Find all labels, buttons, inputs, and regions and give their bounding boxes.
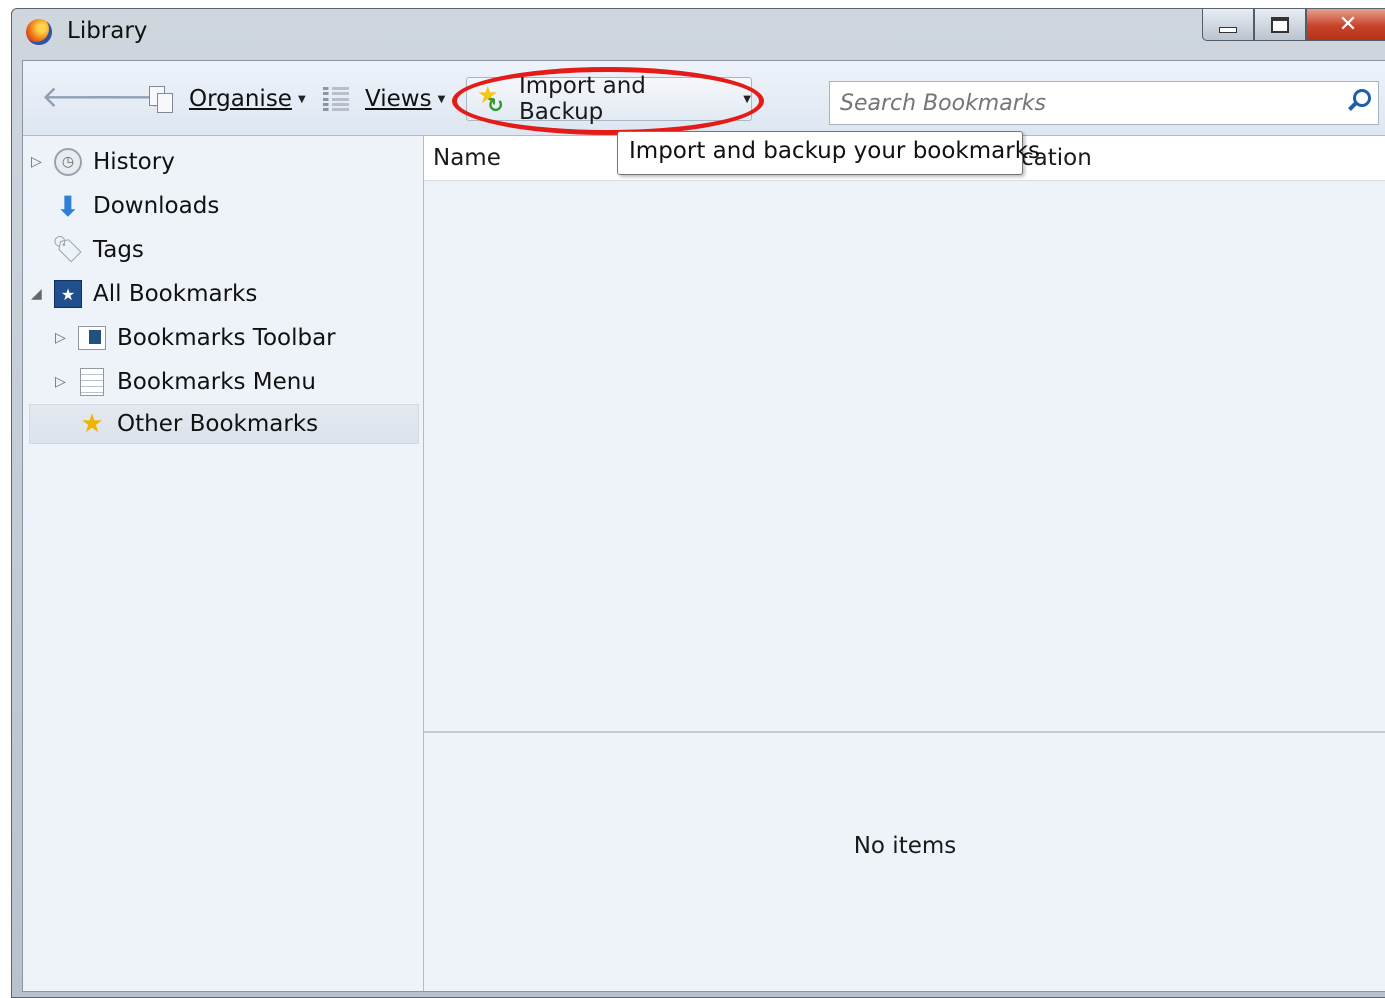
- views-icon: [323, 87, 349, 111]
- column-header-name[interactable]: Name: [433, 145, 501, 171]
- close-button[interactable]: ✕: [1306, 9, 1385, 41]
- sidebar-item-tags[interactable]: 🏷 Tags: [23, 230, 421, 270]
- sidebar-item-label: Tags: [93, 237, 144, 263]
- back-button[interactable]: 🡐: [41, 83, 121, 113]
- sidebar-item-downloads[interactable]: ⬇ Downloads: [23, 186, 421, 226]
- empty-state-text: No items: [853, 833, 957, 859]
- search-icon[interactable]: [1343, 87, 1373, 117]
- sidebar-item-label: Downloads: [93, 193, 220, 219]
- views-menu-button[interactable]: Views ▼: [323, 81, 445, 117]
- title-bar[interactable]: Library ✕: [12, 9, 1385, 61]
- window-title: Library: [67, 18, 148, 44]
- sidebar-tree: ▷ ◷ History ⬇ Downloads 🏷 Tags ◢ ★ All B…: [23, 136, 424, 991]
- sidebar-item-bookmarks-menu[interactable]: ▷ Bookmarks Menu: [23, 362, 421, 402]
- collapse-icon[interactable]: ◢: [31, 286, 42, 302]
- sidebar-item-bookmarks-toolbar[interactable]: ▷ Bookmarks Toolbar: [23, 318, 421, 358]
- forward-button[interactable]: 🡒: [87, 83, 167, 113]
- maximize-icon: [1271, 16, 1289, 33]
- import-backup-tooltip: Import and backup your bookmarks: [617, 131, 1040, 175]
- import-backup-icon: ★ ↻: [477, 81, 504, 117]
- organise-icon: [149, 86, 173, 113]
- bookmarks-content-pane: Name cation No items: [424, 136, 1385, 991]
- sidebar-item-label: Bookmarks Menu: [117, 369, 316, 395]
- sidebar-item-label: All Bookmarks: [93, 281, 258, 307]
- close-icon: ✕: [1338, 12, 1358, 37]
- sidebar-item-other-bookmarks[interactable]: ★ Other Bookmarks: [29, 404, 419, 444]
- bookmarks-star-icon: ★: [53, 279, 83, 309]
- bookmarks-list[interactable]: [424, 181, 1385, 731]
- expand-icon[interactable]: ▷: [55, 330, 66, 346]
- minimize-icon: [1219, 26, 1237, 33]
- import-backup-label: Import and Backup: [518, 73, 646, 125]
- download-arrow-icon: ⬇: [56, 189, 80, 223]
- organise-menu-button[interactable]: Organise ▼: [149, 81, 306, 117]
- chevron-down-icon: ▼: [297, 93, 306, 105]
- library-client-area: 🡐 🡒 Organise ▼ Views ▼ ★ ↻ Import and Bac…: [22, 60, 1385, 992]
- maximize-button[interactable]: [1254, 9, 1306, 41]
- sidebar-item-label: Bookmarks Toolbar: [117, 325, 336, 351]
- import-backup-button[interactable]: ★ ↻ Import and Backup ▼: [466, 73, 752, 125]
- sidebar-item-all-bookmarks[interactable]: ◢ ★ All Bookmarks: [23, 274, 421, 314]
- chevron-down-icon: ▼: [743, 93, 751, 105]
- organise-label: Organise: [189, 86, 292, 112]
- toolbar: 🡐 🡒 Organise ▼ Views ▼ ★ ↻ Import and Bac…: [23, 61, 1385, 136]
- minimize-button[interactable]: [1202, 9, 1254, 41]
- window-controls: ✕: [1202, 9, 1385, 41]
- expand-icon[interactable]: ▷: [31, 154, 42, 170]
- sidebar-item-history[interactable]: ▷ ◷ History: [23, 142, 421, 182]
- sidebar-item-label: Other Bookmarks: [117, 411, 319, 437]
- details-pane: No items: [424, 733, 1385, 991]
- bookmarks-menu-icon: [77, 367, 107, 397]
- other-bookmarks-icon: ★: [80, 409, 104, 439]
- tag-icon: 🏷: [51, 235, 85, 265]
- history-clock-icon: ◷: [53, 147, 83, 177]
- chevron-down-icon: ▼: [437, 93, 446, 105]
- expand-icon[interactable]: ▷: [55, 374, 66, 390]
- sidebar-item-label: History: [93, 149, 175, 175]
- firefox-logo-icon: [26, 19, 52, 45]
- search-input[interactable]: [829, 81, 1379, 125]
- views-label: Views: [365, 86, 432, 112]
- bookmarks-toolbar-icon: [77, 323, 107, 353]
